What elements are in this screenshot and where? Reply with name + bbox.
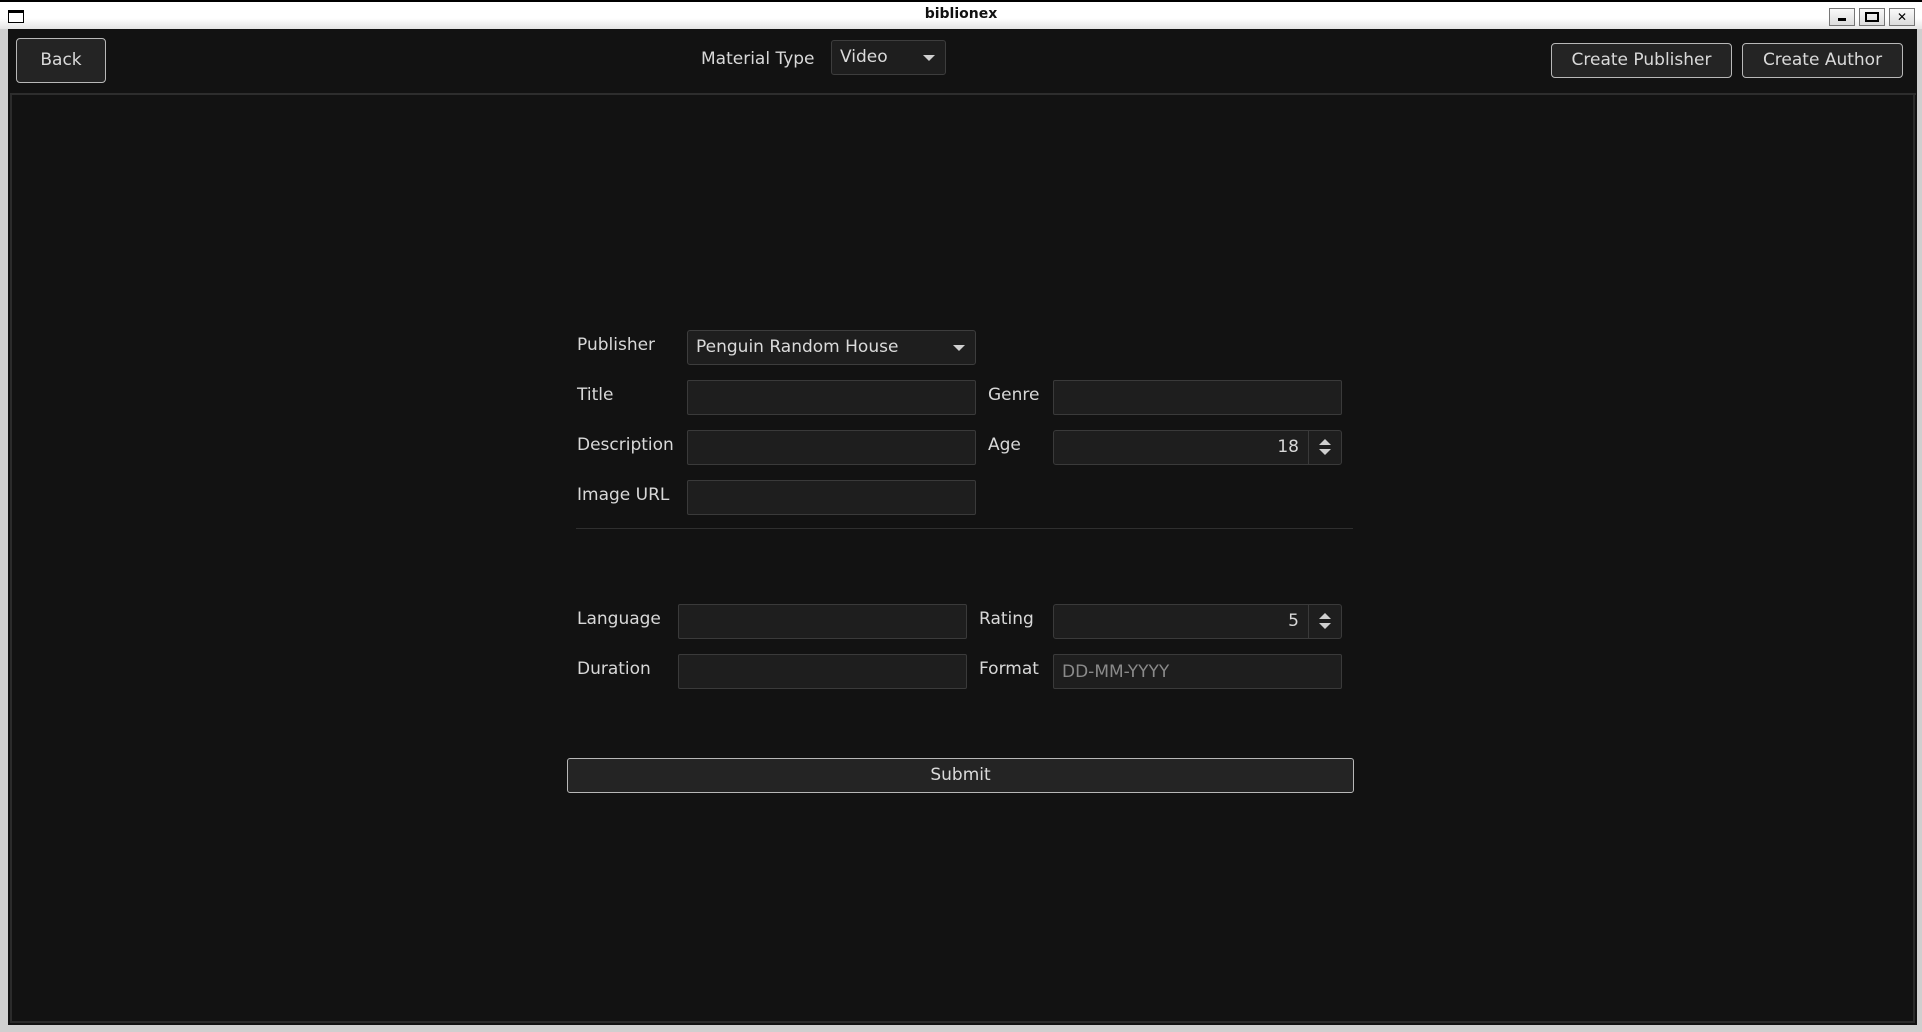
arrow-up-icon[interactable] <box>1319 439 1331 445</box>
age-label: Age <box>988 435 1021 455</box>
close-button[interactable]: ✕ <box>1889 8 1915 26</box>
title-bar: biblionex ✕ <box>0 2 1922 29</box>
format-field[interactable] <box>1053 654 1342 689</box>
image-url-label: Image URL <box>577 485 670 505</box>
form-panel <box>10 95 1915 1023</box>
age-spinbox[interactable]: 18 <box>1053 430 1342 465</box>
duration-field[interactable] <box>678 654 967 689</box>
description-field[interactable] <box>687 430 976 465</box>
image-url-field[interactable] <box>687 480 976 515</box>
back-button[interactable]: Back <box>16 38 106 83</box>
age-stepper[interactable] <box>1308 431 1341 464</box>
genre-field[interactable] <box>1053 380 1342 415</box>
minimize-icon <box>1838 18 1846 21</box>
rating-stepper[interactable] <box>1308 605 1341 638</box>
description-label: Description <box>577 435 674 455</box>
duration-label: Duration <box>577 659 651 679</box>
rating-label: Rating <box>979 609 1034 629</box>
language-field[interactable] <box>678 604 967 639</box>
title-field[interactable] <box>687 380 976 415</box>
publisher-value: Penguin Random House <box>696 337 899 357</box>
rating-value: 5 <box>1288 611 1299 631</box>
material-type-dropdown[interactable]: Video <box>831 40 946 75</box>
language-label: Language <box>577 609 661 629</box>
age-value: 18 <box>1277 437 1299 457</box>
chevron-down-icon <box>923 55 935 61</box>
title-input[interactable] <box>688 381 975 414</box>
duration-input[interactable] <box>679 655 966 688</box>
description-input[interactable] <box>688 431 975 464</box>
image-url-input[interactable] <box>688 481 975 514</box>
arrow-down-icon[interactable] <box>1319 623 1331 629</box>
window-title: biblionex <box>924 6 998 22</box>
format-label: Format <box>979 659 1039 679</box>
minimize-button[interactable] <box>1829 8 1855 26</box>
chevron-down-icon <box>953 345 965 351</box>
arrow-down-icon[interactable] <box>1319 449 1331 455</box>
arrow-up-icon[interactable] <box>1319 613 1331 619</box>
material-type-label: Material Type <box>701 49 815 69</box>
language-input[interactable] <box>679 605 966 638</box>
material-type-value: Video <box>840 47 888 67</box>
submit-button[interactable]: Submit <box>567 758 1354 793</box>
app-window: biblionex ✕ Back Material Type Video Cre… <box>0 0 1922 1032</box>
close-icon: ✕ <box>1896 10 1908 24</box>
maximize-icon <box>1865 12 1879 22</box>
title-label: Title <box>577 385 614 405</box>
publisher-dropdown[interactable]: Penguin Random House <box>687 330 976 365</box>
genre-label: Genre <box>988 385 1040 405</box>
section-divider <box>576 528 1353 529</box>
publisher-label: Publisher <box>577 335 656 355</box>
create-publisher-button[interactable]: Create Publisher <box>1551 43 1732 78</box>
rating-spinbox[interactable]: 5 <box>1053 604 1342 639</box>
create-author-button[interactable]: Create Author <box>1742 43 1903 78</box>
maximize-button[interactable] <box>1859 8 1885 26</box>
main-content: Back Material Type Video Create Publishe… <box>8 29 1917 1025</box>
genre-input[interactable] <box>1054 381 1341 414</box>
format-input[interactable] <box>1054 655 1341 688</box>
